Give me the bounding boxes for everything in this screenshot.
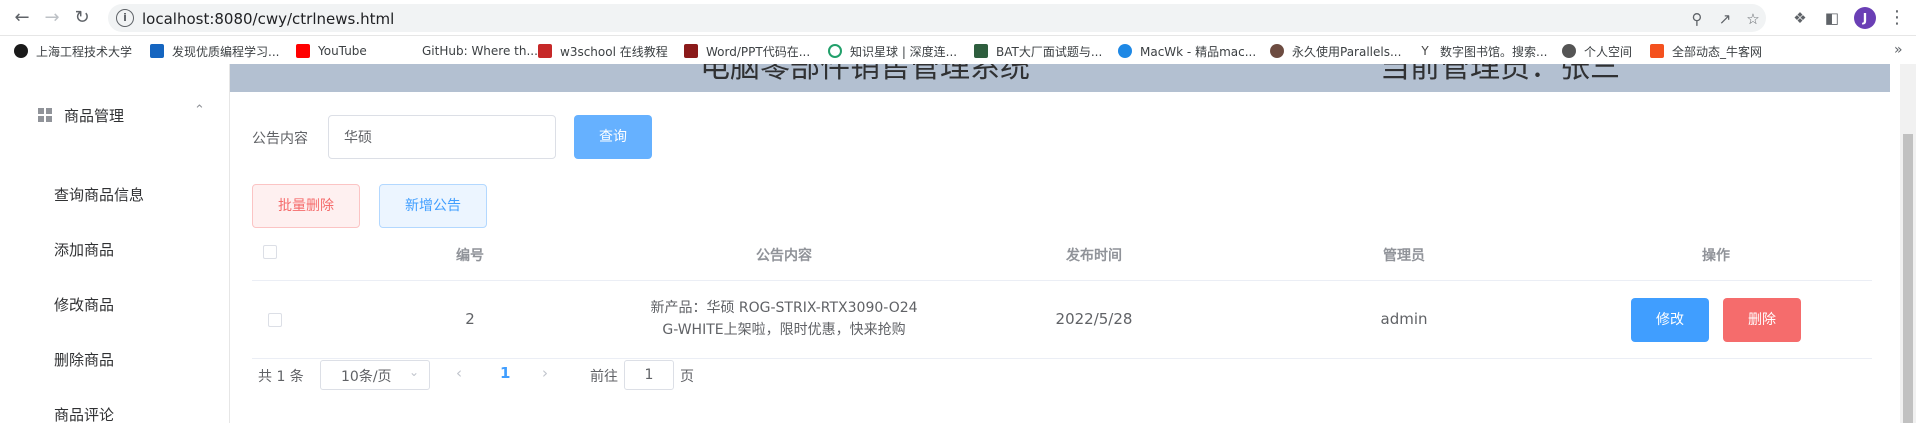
reload-icon[interactable]: ↻ xyxy=(72,8,92,28)
edit-button[interactable]: 修改 xyxy=(1631,298,1709,342)
scrollbar-thumb[interactable] xyxy=(1903,134,1913,423)
bookmark-favicon-icon xyxy=(1270,44,1284,58)
back-icon[interactable]: ← xyxy=(12,8,32,28)
bookmark-item[interactable]: MacWk - 精品mac... xyxy=(1118,42,1256,60)
address-bar[interactable]: i localhost:8080/cwy/ctrlnews.html ⚲ ↗ ☆ xyxy=(108,4,1766,32)
w3school-icon xyxy=(538,44,552,58)
table-divider xyxy=(252,280,1872,281)
page-viewport: 商品管理 ⌃ 查询商品信息 添加商品 修改商品 删除商品 商品评论 电脑零部件销… xyxy=(0,64,1916,424)
youtube-icon xyxy=(296,44,310,58)
browser-menu-icon[interactable]: ⋮ xyxy=(1888,8,1906,28)
current-admin: 当前管理员：张三 xyxy=(1380,64,1620,85)
column-header-content: 公告内容 xyxy=(756,248,812,264)
goto-label: 前往 xyxy=(590,369,618,385)
row-content: 新产品：华硕 ROG-STRIX-RTX3090-O24 G-WHITE上架啦，… xyxy=(604,297,964,341)
extensions-icon[interactable]: ❖ xyxy=(1790,8,1810,28)
row-id: 2 xyxy=(465,310,475,328)
row-content-line1: 新产品：华硕 ROG-STRIX-RTX3090-O24 xyxy=(650,300,918,316)
system-title: 电脑零部件销售管理系统 xyxy=(700,64,1030,85)
bookmark-item[interactable]: BAT大厂面试题与... xyxy=(974,42,1102,60)
forward-icon[interactable]: → xyxy=(42,8,62,28)
row-checkbox[interactable] xyxy=(268,313,282,327)
page-header: 电脑零部件销售管理系统 当前管理员：张三 xyxy=(230,64,1890,92)
macwk-icon xyxy=(1118,44,1132,58)
site-info-icon[interactable]: i xyxy=(116,9,134,27)
sidebar-item-edit-goods[interactable]: 修改商品 xyxy=(8,276,230,331)
bookmark-star-icon[interactable]: ☆ xyxy=(1744,10,1762,28)
bookmark-item[interactable]: 知识星球 | 深度连... xyxy=(828,42,957,60)
chevron-up-icon: ⌃ xyxy=(194,103,205,118)
bookmark-favicon-icon xyxy=(684,44,698,58)
search-label: 公告内容 xyxy=(252,131,308,147)
notice-search-input[interactable] xyxy=(328,115,556,159)
side-panel-icon[interactable]: ◧ xyxy=(1822,8,1842,28)
bookmark-favicon-icon xyxy=(150,44,164,58)
select-all-checkbox[interactable] xyxy=(263,245,277,259)
bookmark-item[interactable]: 个人空间 xyxy=(1562,42,1632,60)
batch-delete-button[interactable]: 批量删除 xyxy=(252,184,360,228)
row-date: 2022/5/28 xyxy=(1055,310,1133,328)
table-divider xyxy=(252,358,1872,359)
column-header-id: 编号 xyxy=(456,248,484,264)
profile-avatar[interactable]: J xyxy=(1854,7,1876,29)
bookmark-item[interactable]: 永久使用Parallels... xyxy=(1270,42,1401,60)
page-scrollbar[interactable] xyxy=(1900,64,1916,423)
bookmark-favicon-icon xyxy=(974,44,988,58)
bookmark-item[interactable]: Word/PPT代码在... xyxy=(684,42,810,60)
bookmark-item[interactable]: YouTube xyxy=(296,42,367,60)
zoom-icon[interactable]: ⚲ xyxy=(1688,10,1706,28)
bookmark-favicon-icon: Y xyxy=(1418,44,1432,58)
menu-group-title: 商品管理 xyxy=(64,107,125,125)
column-header-date: 发布时间 xyxy=(1066,248,1122,264)
pagination-total: 共 1 条 xyxy=(258,369,304,385)
bookmark-item[interactable]: GitHub: Where th... xyxy=(400,42,538,60)
sidebar-item-query-goods[interactable]: 查询商品信息 xyxy=(8,166,230,221)
nowcoder-icon xyxy=(1650,44,1664,58)
share-icon[interactable]: ↗ xyxy=(1716,10,1734,28)
bookmark-item[interactable]: 发现优质编程学习... xyxy=(150,42,279,60)
delete-button[interactable]: 删除 xyxy=(1723,298,1801,342)
bookmarks-more-icon[interactable]: » xyxy=(1894,42,1903,58)
page-size-value: 10条/页 xyxy=(341,369,392,385)
sidebar-item-delete-goods[interactable]: 删除商品 xyxy=(8,331,230,386)
sidebar: 商品管理 ⌃ 查询商品信息 添加商品 修改商品 删除商品 商品评论 xyxy=(8,64,230,424)
sidebar-item-add-goods[interactable]: 添加商品 xyxy=(8,221,230,276)
url-text[interactable]: localhost:8080/cwy/ctrlnews.html xyxy=(142,10,394,28)
column-header-ops: 操作 xyxy=(1702,248,1730,264)
page-size-select[interactable]: 10条/页 ⌄ xyxy=(320,360,430,390)
next-page-icon[interactable]: › xyxy=(542,364,548,382)
current-page-number[interactable]: 1 xyxy=(500,364,510,382)
prev-page-icon[interactable]: ‹ xyxy=(456,364,462,382)
browser-toolbar: ← → ↻ i localhost:8080/cwy/ctrlnews.html… xyxy=(0,0,1916,36)
row-admin: admin xyxy=(1380,310,1428,328)
grid-icon xyxy=(38,108,52,122)
sidebar-item-goods-comments[interactable]: 商品评论 xyxy=(8,386,230,441)
github-icon xyxy=(400,44,414,58)
bookmark-item[interactable]: w3school 在线教程 xyxy=(538,42,668,60)
goto-page-input[interactable] xyxy=(624,360,674,390)
bookmark-item[interactable]: 全部动态_牛客网 xyxy=(1650,42,1762,60)
row-content-line2: G-WHITE上架啦，限时优惠，快来抢购 xyxy=(662,322,906,338)
goto-unit-label: 页 xyxy=(680,369,694,385)
column-header-admin: 管理员 xyxy=(1383,248,1425,264)
bookmarks-bar: 上海工程技术大学 发现优质编程学习... YouTube GitHub: Whe… xyxy=(0,36,1916,64)
chevron-down-icon: ⌄ xyxy=(408,365,419,379)
bookmark-item[interactable]: Y 数字图书馆。搜索... xyxy=(1418,42,1547,60)
zsxq-icon xyxy=(828,44,842,58)
menu-group-goods[interactable]: 商品管理 ⌃ xyxy=(8,88,230,144)
bookmark-favicon-icon xyxy=(14,44,28,58)
add-notice-button[interactable]: 新增公告 xyxy=(379,184,487,228)
query-button[interactable]: 查询 xyxy=(574,115,652,159)
bookmark-item[interactable]: 上海工程技术大学 xyxy=(14,42,132,60)
globe-icon xyxy=(1562,44,1576,58)
